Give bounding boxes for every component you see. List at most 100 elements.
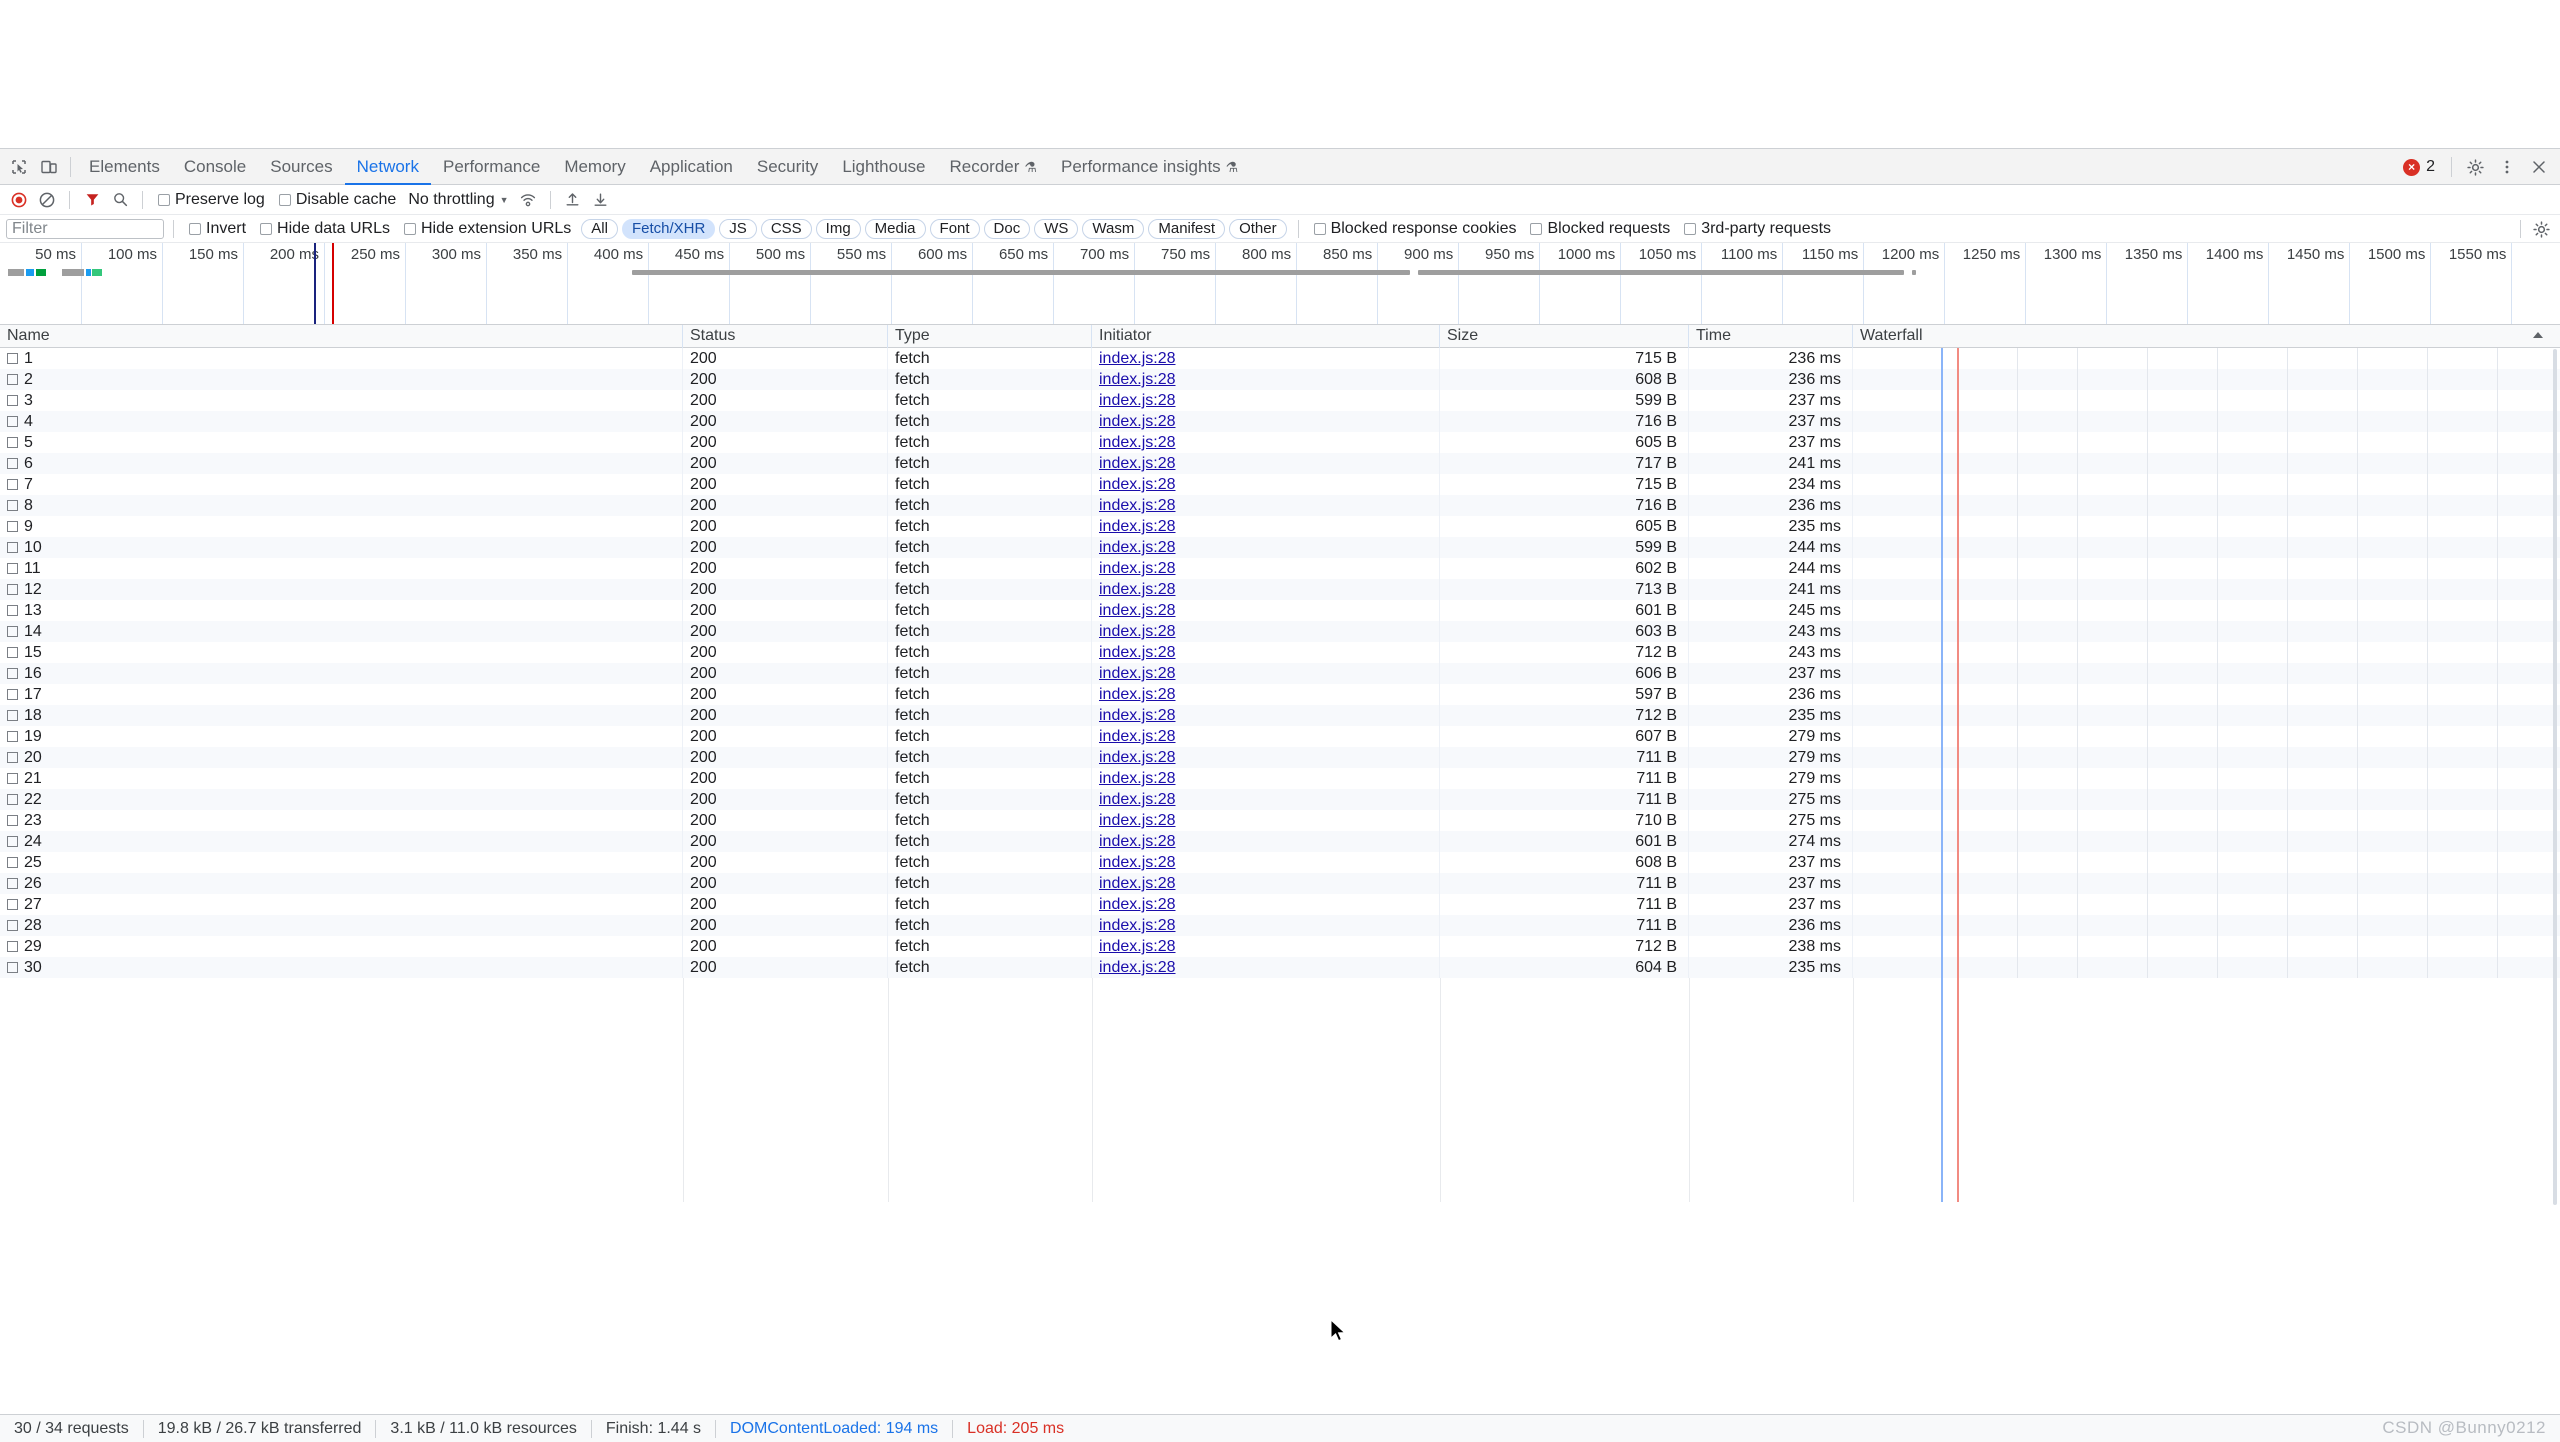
filter-input[interactable] — [6, 218, 164, 239]
error-count-badge[interactable]: × 2 — [2395, 158, 2443, 176]
column-header-time[interactable]: Time — [1689, 325, 1853, 348]
cell-name[interactable]: 2 — [0, 369, 683, 390]
filter-chip-doc[interactable]: Doc — [983, 218, 1031, 239]
cell-name[interactable]: 25 — [0, 852, 683, 873]
initiator-link[interactable]: index.js:28 — [1099, 392, 1176, 409]
table-row[interactable]: 16 200 fetch index.js:28 606 B 237 ms — [0, 663, 2560, 684]
tab-network[interactable]: Network — [345, 149, 431, 185]
table-row[interactable]: 12 200 fetch index.js:28 713 B 241 ms — [0, 579, 2560, 600]
table-row[interactable]: 28 200 fetch index.js:28 711 B 236 ms — [0, 915, 2560, 936]
table-row[interactable]: 24 200 fetch index.js:28 601 B 274 ms — [0, 831, 2560, 852]
cell-waterfall[interactable] — [1853, 936, 2560, 957]
initiator-link[interactable]: index.js:28 — [1099, 434, 1176, 451]
column-header-name[interactable]: Name — [0, 325, 683, 348]
cell-waterfall[interactable] — [1853, 768, 2560, 789]
cell-name[interactable]: 30 — [0, 957, 683, 978]
cell-waterfall[interactable] — [1853, 600, 2560, 621]
cell-waterfall[interactable] — [1853, 495, 2560, 516]
table-row[interactable]: 7 200 fetch index.js:28 715 B 234 ms — [0, 474, 2560, 495]
initiator-link[interactable]: index.js:28 — [1099, 917, 1176, 934]
cell-name[interactable]: 19 — [0, 726, 683, 747]
filter-chip-img[interactable]: Img — [815, 218, 861, 239]
initiator-link[interactable]: index.js:28 — [1099, 812, 1176, 829]
initiator-link[interactable]: index.js:28 — [1099, 938, 1176, 955]
blocked-requests-checkbox[interactable]: Blocked requests — [1524, 220, 1676, 238]
column-header-status[interactable]: Status — [683, 325, 888, 348]
initiator-link[interactable]: index.js:28 — [1099, 497, 1176, 514]
cell-name[interactable]: 5 — [0, 432, 683, 453]
cell-waterfall[interactable] — [1853, 957, 2560, 978]
blocked-response-cookies-checkbox[interactable]: Blocked response cookies — [1308, 220, 1523, 238]
cell-waterfall[interactable] — [1853, 789, 2560, 810]
table-row[interactable]: 20 200 fetch index.js:28 711 B 279 ms — [0, 747, 2560, 768]
initiator-link[interactable]: index.js:28 — [1099, 665, 1176, 682]
tab-elements[interactable]: Elements — [77, 149, 172, 185]
cell-waterfall[interactable] — [1853, 621, 2560, 642]
initiator-link[interactable]: index.js:28 — [1099, 602, 1176, 619]
cell-waterfall[interactable] — [1853, 453, 2560, 474]
cell-waterfall[interactable] — [1853, 348, 2560, 369]
table-row[interactable]: 1 200 fetch index.js:28 715 B 236 ms — [0, 348, 2560, 369]
hide-extension-urls-checkbox[interactable]: Hide extension URLs — [398, 220, 577, 238]
cell-name[interactable]: 6 — [0, 453, 683, 474]
table-row[interactable]: 11 200 fetch index.js:28 602 B 244 ms — [0, 558, 2560, 579]
cell-waterfall[interactable] — [1853, 915, 2560, 936]
disable-cache-checkbox[interactable]: Disable cache — [273, 191, 403, 209]
tab-recorder[interactable]: Recorder ⚗ — [938, 149, 1049, 185]
cell-name[interactable]: 27 — [0, 894, 683, 915]
table-row[interactable]: 2 200 fetch index.js:28 608 B 236 ms — [0, 369, 2560, 390]
cell-name[interactable]: 14 — [0, 621, 683, 642]
table-row[interactable]: 14 200 fetch index.js:28 603 B 243 ms — [0, 621, 2560, 642]
initiator-link[interactable]: index.js:28 — [1099, 875, 1176, 892]
table-row[interactable]: 18 200 fetch index.js:28 712 B 235 ms — [0, 705, 2560, 726]
close-icon[interactable] — [2524, 152, 2554, 182]
filter-chip-js[interactable]: JS — [719, 218, 757, 239]
filter-chip-wasm[interactable]: Wasm — [1082, 218, 1145, 239]
filter-chip-fetch-xhr[interactable]: Fetch/XHR — [621, 218, 716, 239]
table-row[interactable]: 25 200 fetch index.js:28 608 B 237 ms — [0, 852, 2560, 873]
table-row[interactable]: 26 200 fetch index.js:28 711 B 237 ms — [0, 873, 2560, 894]
cell-name[interactable]: 26 — [0, 873, 683, 894]
cell-name[interactable]: 1 — [0, 348, 683, 369]
cell-waterfall[interactable] — [1853, 411, 2560, 432]
table-row[interactable]: 8 200 fetch index.js:28 716 B 236 ms — [0, 495, 2560, 516]
column-header-waterfall[interactable]: Waterfall — [1853, 325, 2560, 348]
initiator-link[interactable]: index.js:28 — [1099, 707, 1176, 724]
cell-waterfall[interactable] — [1853, 642, 2560, 663]
table-row[interactable]: 4 200 fetch index.js:28 716 B 237 ms — [0, 411, 2560, 432]
tab-application[interactable]: Application — [638, 149, 745, 185]
cell-waterfall[interactable] — [1853, 894, 2560, 915]
cell-waterfall[interactable] — [1853, 852, 2560, 873]
cell-name[interactable]: 21 — [0, 768, 683, 789]
initiator-link[interactable]: index.js:28 — [1099, 518, 1176, 535]
column-header-type[interactable]: Type — [888, 325, 1092, 348]
cell-name[interactable]: 3 — [0, 390, 683, 411]
table-row[interactable]: 19 200 fetch index.js:28 607 B 279 ms — [0, 726, 2560, 747]
cell-name[interactable]: 10 — [0, 537, 683, 558]
table-row[interactable]: 5 200 fetch index.js:28 605 B 237 ms — [0, 432, 2560, 453]
cell-waterfall[interactable] — [1853, 726, 2560, 747]
cell-name[interactable]: 23 — [0, 810, 683, 831]
tab-performance[interactable]: Performance — [431, 149, 552, 185]
table-row[interactable]: 10 200 fetch index.js:28 599 B 244 ms — [0, 537, 2560, 558]
table-row[interactable]: 29 200 fetch index.js:28 712 B 238 ms — [0, 936, 2560, 957]
network-conditions-icon[interactable] — [515, 187, 541, 213]
cell-waterfall[interactable] — [1853, 810, 2560, 831]
tab-sources[interactable]: Sources — [258, 149, 344, 185]
table-row[interactable]: 17 200 fetch index.js:28 597 B 236 ms — [0, 684, 2560, 705]
cell-name[interactable]: 11 — [0, 558, 683, 579]
table-row[interactable]: 21 200 fetch index.js:28 711 B 279 ms — [0, 768, 2560, 789]
tab-performance-insights[interactable]: Performance insights ⚗ — [1049, 149, 1250, 185]
preserve-log-checkbox[interactable]: Preserve log — [152, 191, 271, 209]
cell-waterfall[interactable] — [1853, 369, 2560, 390]
tab-memory[interactable]: Memory — [552, 149, 637, 185]
cell-waterfall[interactable] — [1853, 558, 2560, 579]
cell-name[interactable]: 4 — [0, 411, 683, 432]
table-row[interactable]: 23 200 fetch index.js:28 710 B 275 ms — [0, 810, 2560, 831]
filter-chip-all[interactable]: All — [581, 218, 618, 239]
initiator-link[interactable]: index.js:28 — [1099, 455, 1176, 472]
filter-chip-css[interactable]: CSS — [760, 218, 812, 239]
initiator-link[interactable]: index.js:28 — [1099, 371, 1176, 388]
device-toolbar-icon[interactable] — [34, 152, 64, 182]
filter-chip-font[interactable]: Font — [929, 218, 980, 239]
